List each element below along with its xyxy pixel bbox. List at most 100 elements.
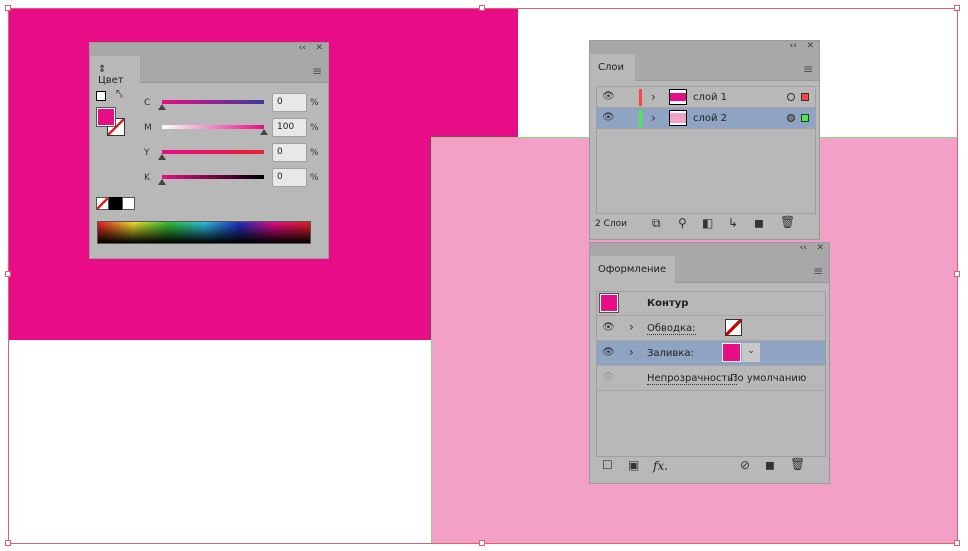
layer-thumbnail <box>669 89 687 105</box>
k-slider[interactable] <box>162 175 264 179</box>
layers-list: 👁 › слой 1 👁 › слой 2 <box>596 86 816 214</box>
unit: % <box>310 148 319 158</box>
fill-swatch[interactable] <box>722 343 741 362</box>
fill-label[interactable]: Заливка: <box>647 348 694 359</box>
export-icon[interactable]: ⧉ <box>652 216 661 231</box>
swap-colors-icon[interactable]: ⤣ <box>116 87 123 102</box>
visibility-eye-icon[interactable]: 👁 <box>602 372 615 383</box>
fill-row[interactable]: 👁 › Заливка: ⌄ <box>597 341 825 366</box>
collapse-button[interactable]: ‹‹ <box>299 43 306 53</box>
resize-handle[interactable] <box>954 271 960 277</box>
visibility-eye-icon[interactable]: 👁 <box>602 112 615 123</box>
layer-name[interactable]: слой 2 <box>693 113 727 124</box>
fx-button[interactable]: fx. <box>653 459 668 473</box>
opacity-label[interactable]: Непрозрачность: <box>647 373 737 385</box>
object-row: Контур <box>597 292 825 316</box>
channel-label: K <box>144 173 150 183</box>
slider-thumb[interactable] <box>158 154 166 160</box>
clipping-mask-icon[interactable]: ◧ <box>702 216 713 230</box>
resize-handle[interactable] <box>5 540 11 546</box>
tab-color[interactable]: ⇕ Цвет <box>90 56 140 86</box>
slider-thumb[interactable] <box>158 104 166 110</box>
white-swatch[interactable] <box>122 197 135 210</box>
layer-row[interactable]: 👁 › слой 2 <box>597 108 815 129</box>
tab-layers[interactable]: Слои <box>590 54 635 82</box>
target-circle-icon[interactable] <box>787 114 795 122</box>
m-slider[interactable] <box>162 125 264 129</box>
visibility-eye-icon[interactable]: 👁 <box>602 91 615 102</box>
expand-chevron-icon[interactable]: › <box>629 320 634 334</box>
default-colors-icon[interactable] <box>96 91 106 101</box>
expand-chevron-icon[interactable]: › <box>629 345 634 359</box>
resize-handle[interactable] <box>954 540 960 546</box>
layer-thumbnail <box>669 110 687 126</box>
duplicate-item-icon[interactable]: ◼ <box>765 458 775 472</box>
appearance-list: Контур 👁 › Обводка: 👁 › Заливка: ⌄ 👁 Неп… <box>596 291 826 457</box>
layer-count: 2 Слои <box>595 219 627 229</box>
trash-icon[interactable]: 🗑 <box>790 457 805 471</box>
slider-thumb[interactable] <box>158 179 166 185</box>
add-fill-icon[interactable]: ▣ <box>628 458 639 472</box>
collapse-button[interactable]: ‹‹ <box>790 41 797 51</box>
none-swatch[interactable] <box>96 197 109 210</box>
c-input[interactable]: 0 <box>272 93 307 112</box>
resize-handle[interactable] <box>479 5 485 11</box>
unit: % <box>310 173 319 183</box>
layers-panel: ‹‹ ✕ Слои ≡ 👁 › слой 1 👁 › слой 2 2 Слои ⧉… <box>589 40 820 240</box>
appearance-panel: ‹‹ ✕ Оформление ≡ Контур 👁 › Обводка: 👁 › … <box>589 242 830 484</box>
channel-label: Y <box>144 148 150 158</box>
expand-chevron-icon[interactable]: › <box>651 111 656 125</box>
color-spectrum[interactable] <box>97 221 311 244</box>
close-button[interactable]: ✕ <box>806 41 814 51</box>
add-stroke-icon[interactable]: ☐ <box>602 458 613 472</box>
m-input[interactable]: 100 <box>272 118 307 137</box>
resize-handle[interactable] <box>5 271 11 277</box>
y-slider[interactable] <box>162 150 264 154</box>
c-slider[interactable] <box>162 100 264 104</box>
layer-name[interactable]: слой 1 <box>693 92 727 103</box>
tab-label: Цвет <box>98 75 124 86</box>
y-input[interactable]: 0 <box>272 143 307 162</box>
new-layer-icon[interactable]: ◼ <box>754 216 764 230</box>
stroke-row[interactable]: 👁 › Обводка: <box>597 316 825 341</box>
black-swatch[interactable] <box>109 197 122 210</box>
close-button[interactable]: ✕ <box>315 43 323 53</box>
opacity-row[interactable]: 👁 Непрозрачность: По умолчанию <box>597 366 825 391</box>
chevron-down-icon[interactable]: ⌄ <box>742 343 760 362</box>
target-circle-icon[interactable] <box>787 93 795 101</box>
tab-appearance[interactable]: Оформление <box>590 256 675 284</box>
stroke-label[interactable]: Обводка: <box>647 323 696 335</box>
visibility-eye-icon[interactable]: 👁 <box>602 322 615 333</box>
selection-square-icon[interactable] <box>801 114 809 122</box>
layer-color-bar <box>639 110 642 127</box>
resize-handle[interactable] <box>5 5 11 11</box>
channel-label: C <box>144 98 151 108</box>
resize-handle[interactable] <box>954 5 960 11</box>
layer-color-bar <box>639 89 642 106</box>
object-thumbnail <box>599 293 619 313</box>
k-input[interactable]: 0 <box>272 168 307 187</box>
fill-swatch[interactable] <box>96 107 116 127</box>
expand-chevron-icon[interactable]: › <box>651 90 656 104</box>
channel-label: M <box>144 123 152 133</box>
collapse-button[interactable]: ‹‹ <box>800 243 807 253</box>
panel-menu-icon[interactable]: ≡ <box>813 264 823 278</box>
object-type: Контур <box>647 298 689 309</box>
selection-square-icon[interactable] <box>801 93 809 101</box>
color-panel: ‹‹ ✕ ⇕ Цвет ≡ ⤣ C 0 % M 100 % Y 0 % K 0 % <box>89 42 329 259</box>
layer-row[interactable]: 👁 › слой 1 <box>597 87 815 108</box>
slider-thumb[interactable] <box>260 129 268 135</box>
trash-icon[interactable]: 🗑 <box>780 215 795 229</box>
panel-menu-icon[interactable]: ≡ <box>312 64 322 78</box>
panel-menu-icon[interactable]: ≡ <box>803 62 813 76</box>
stroke-swatch[interactable] <box>725 319 742 336</box>
search-icon[interactable]: ⚲ <box>678 216 687 230</box>
unit: % <box>310 123 319 133</box>
opacity-value: По умолчанию <box>730 373 807 384</box>
close-button[interactable]: ✕ <box>816 243 824 253</box>
visibility-eye-icon[interactable]: 👁 <box>602 347 615 358</box>
unit: % <box>310 98 319 108</box>
new-sublayer-icon[interactable]: ↳ <box>728 216 738 230</box>
clear-appearance-icon[interactable]: ⊘ <box>740 458 750 472</box>
resize-handle[interactable] <box>479 540 485 546</box>
